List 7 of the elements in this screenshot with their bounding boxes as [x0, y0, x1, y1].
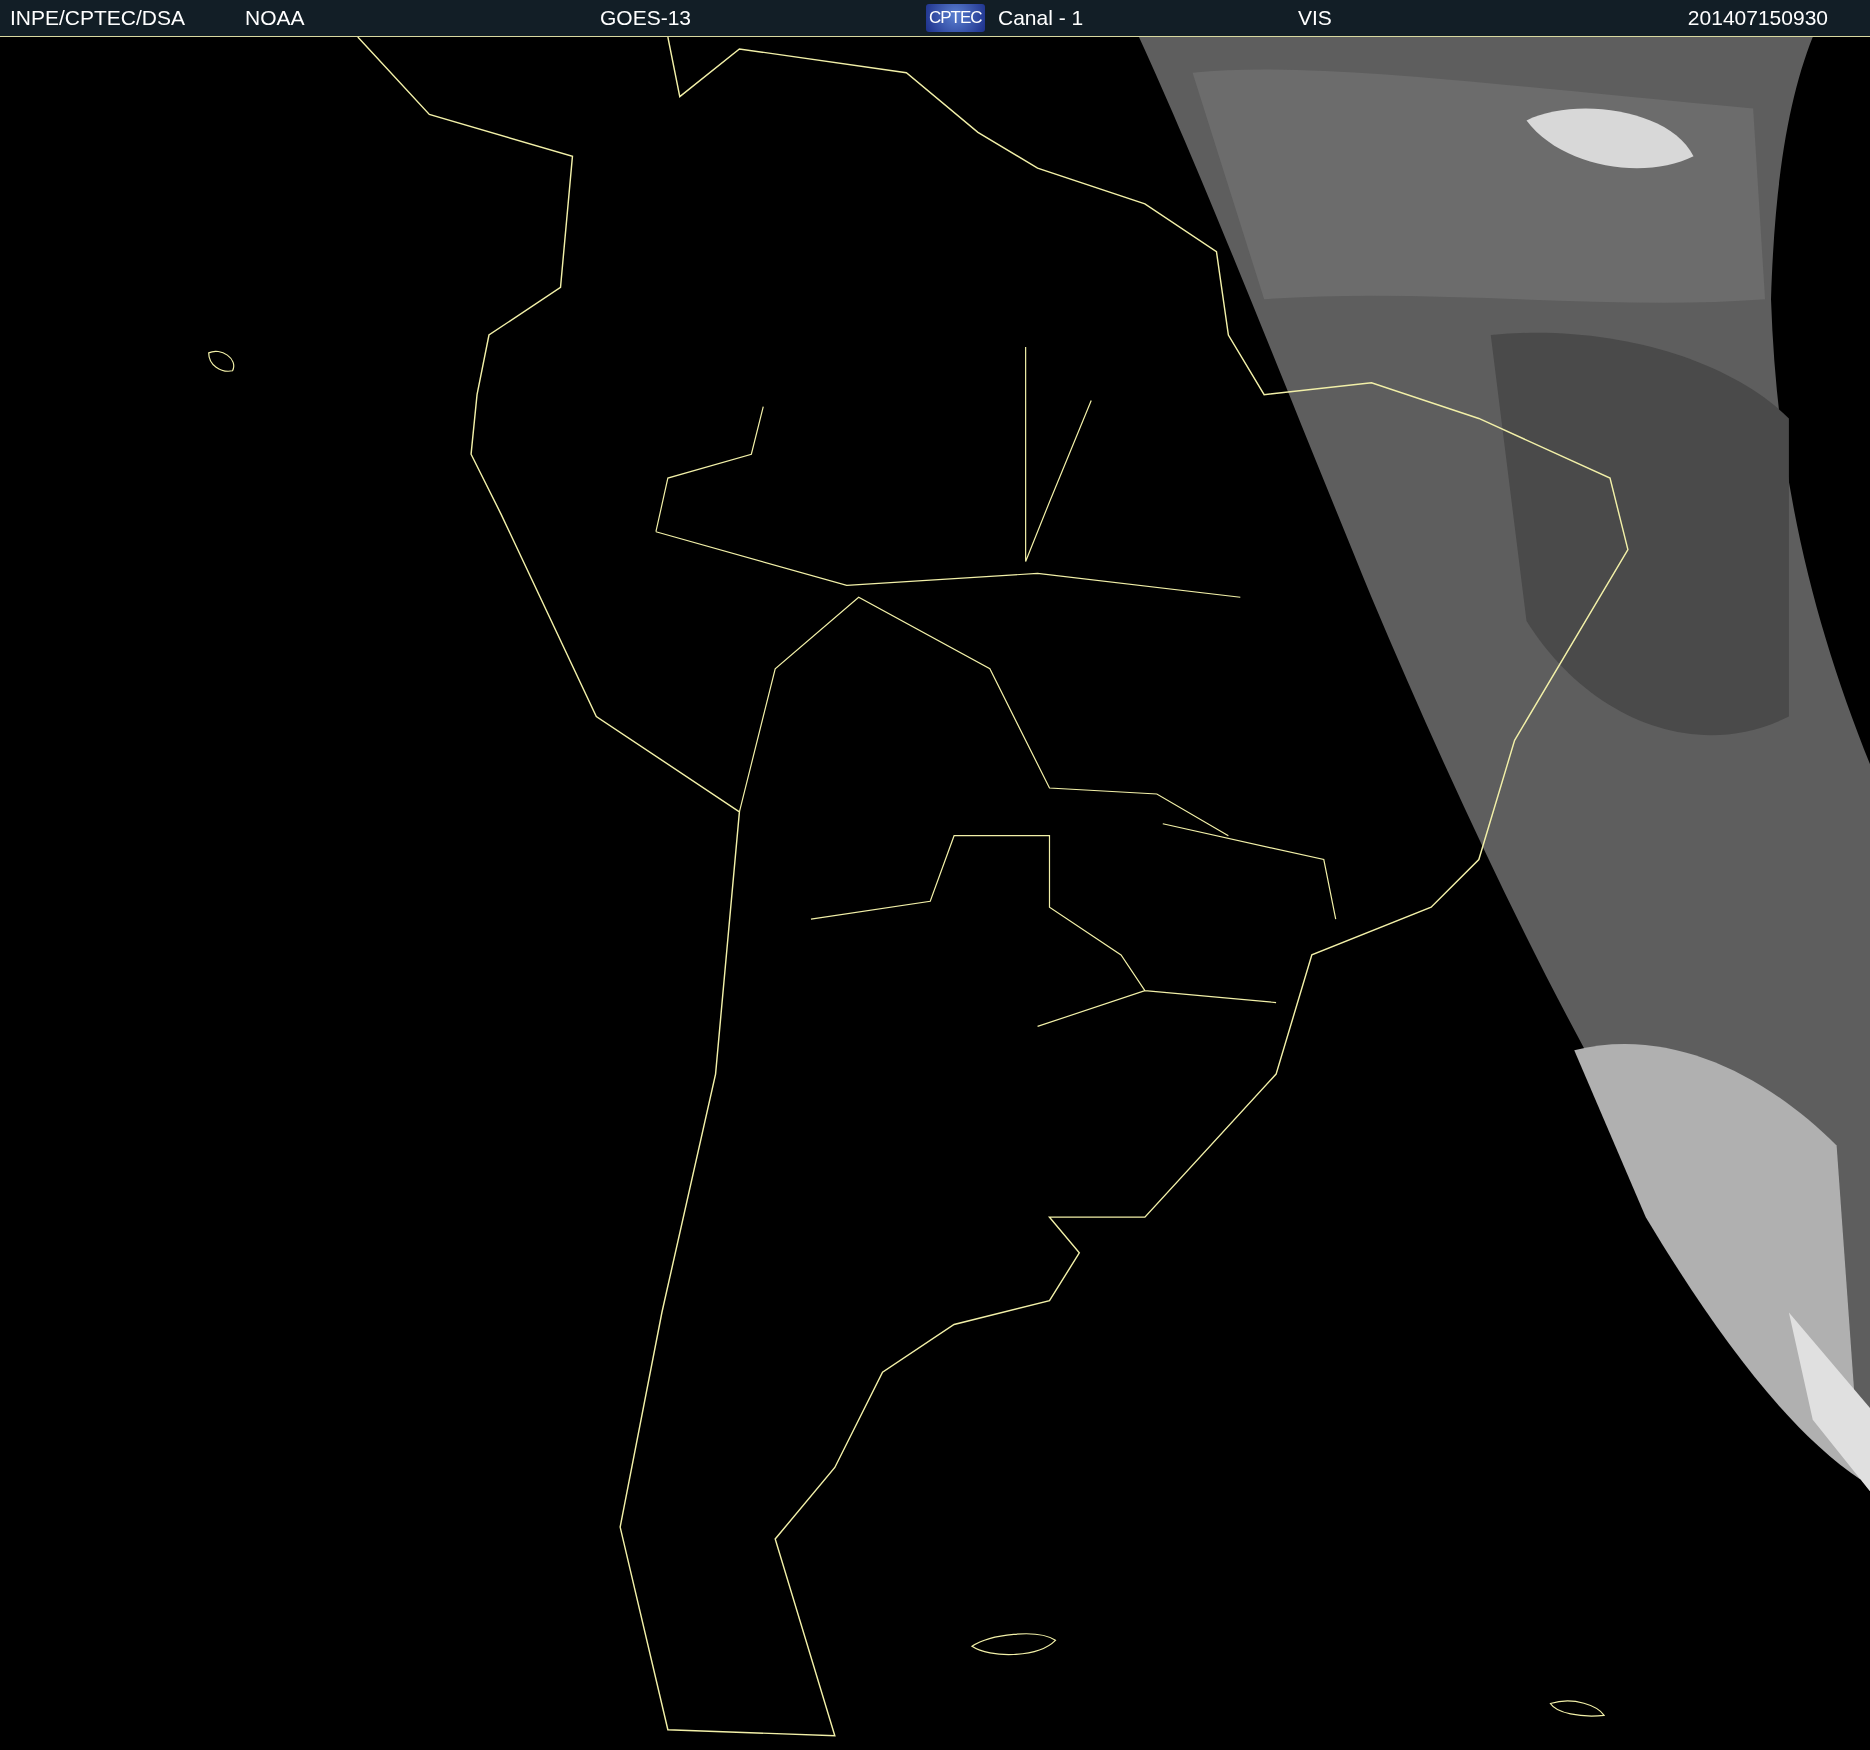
header-label: INPE/CPTEC/DSA: [10, 6, 186, 30]
logo: CPTEC: [926, 4, 985, 32]
header-label: 201407150930: [1687, 6, 1829, 30]
header-label: GOES-13: [600, 6, 692, 30]
header-label: VIS: [1298, 6, 1332, 30]
header-label: Canal - 1: [998, 6, 1084, 30]
header-label: NOAA: [245, 6, 305, 30]
